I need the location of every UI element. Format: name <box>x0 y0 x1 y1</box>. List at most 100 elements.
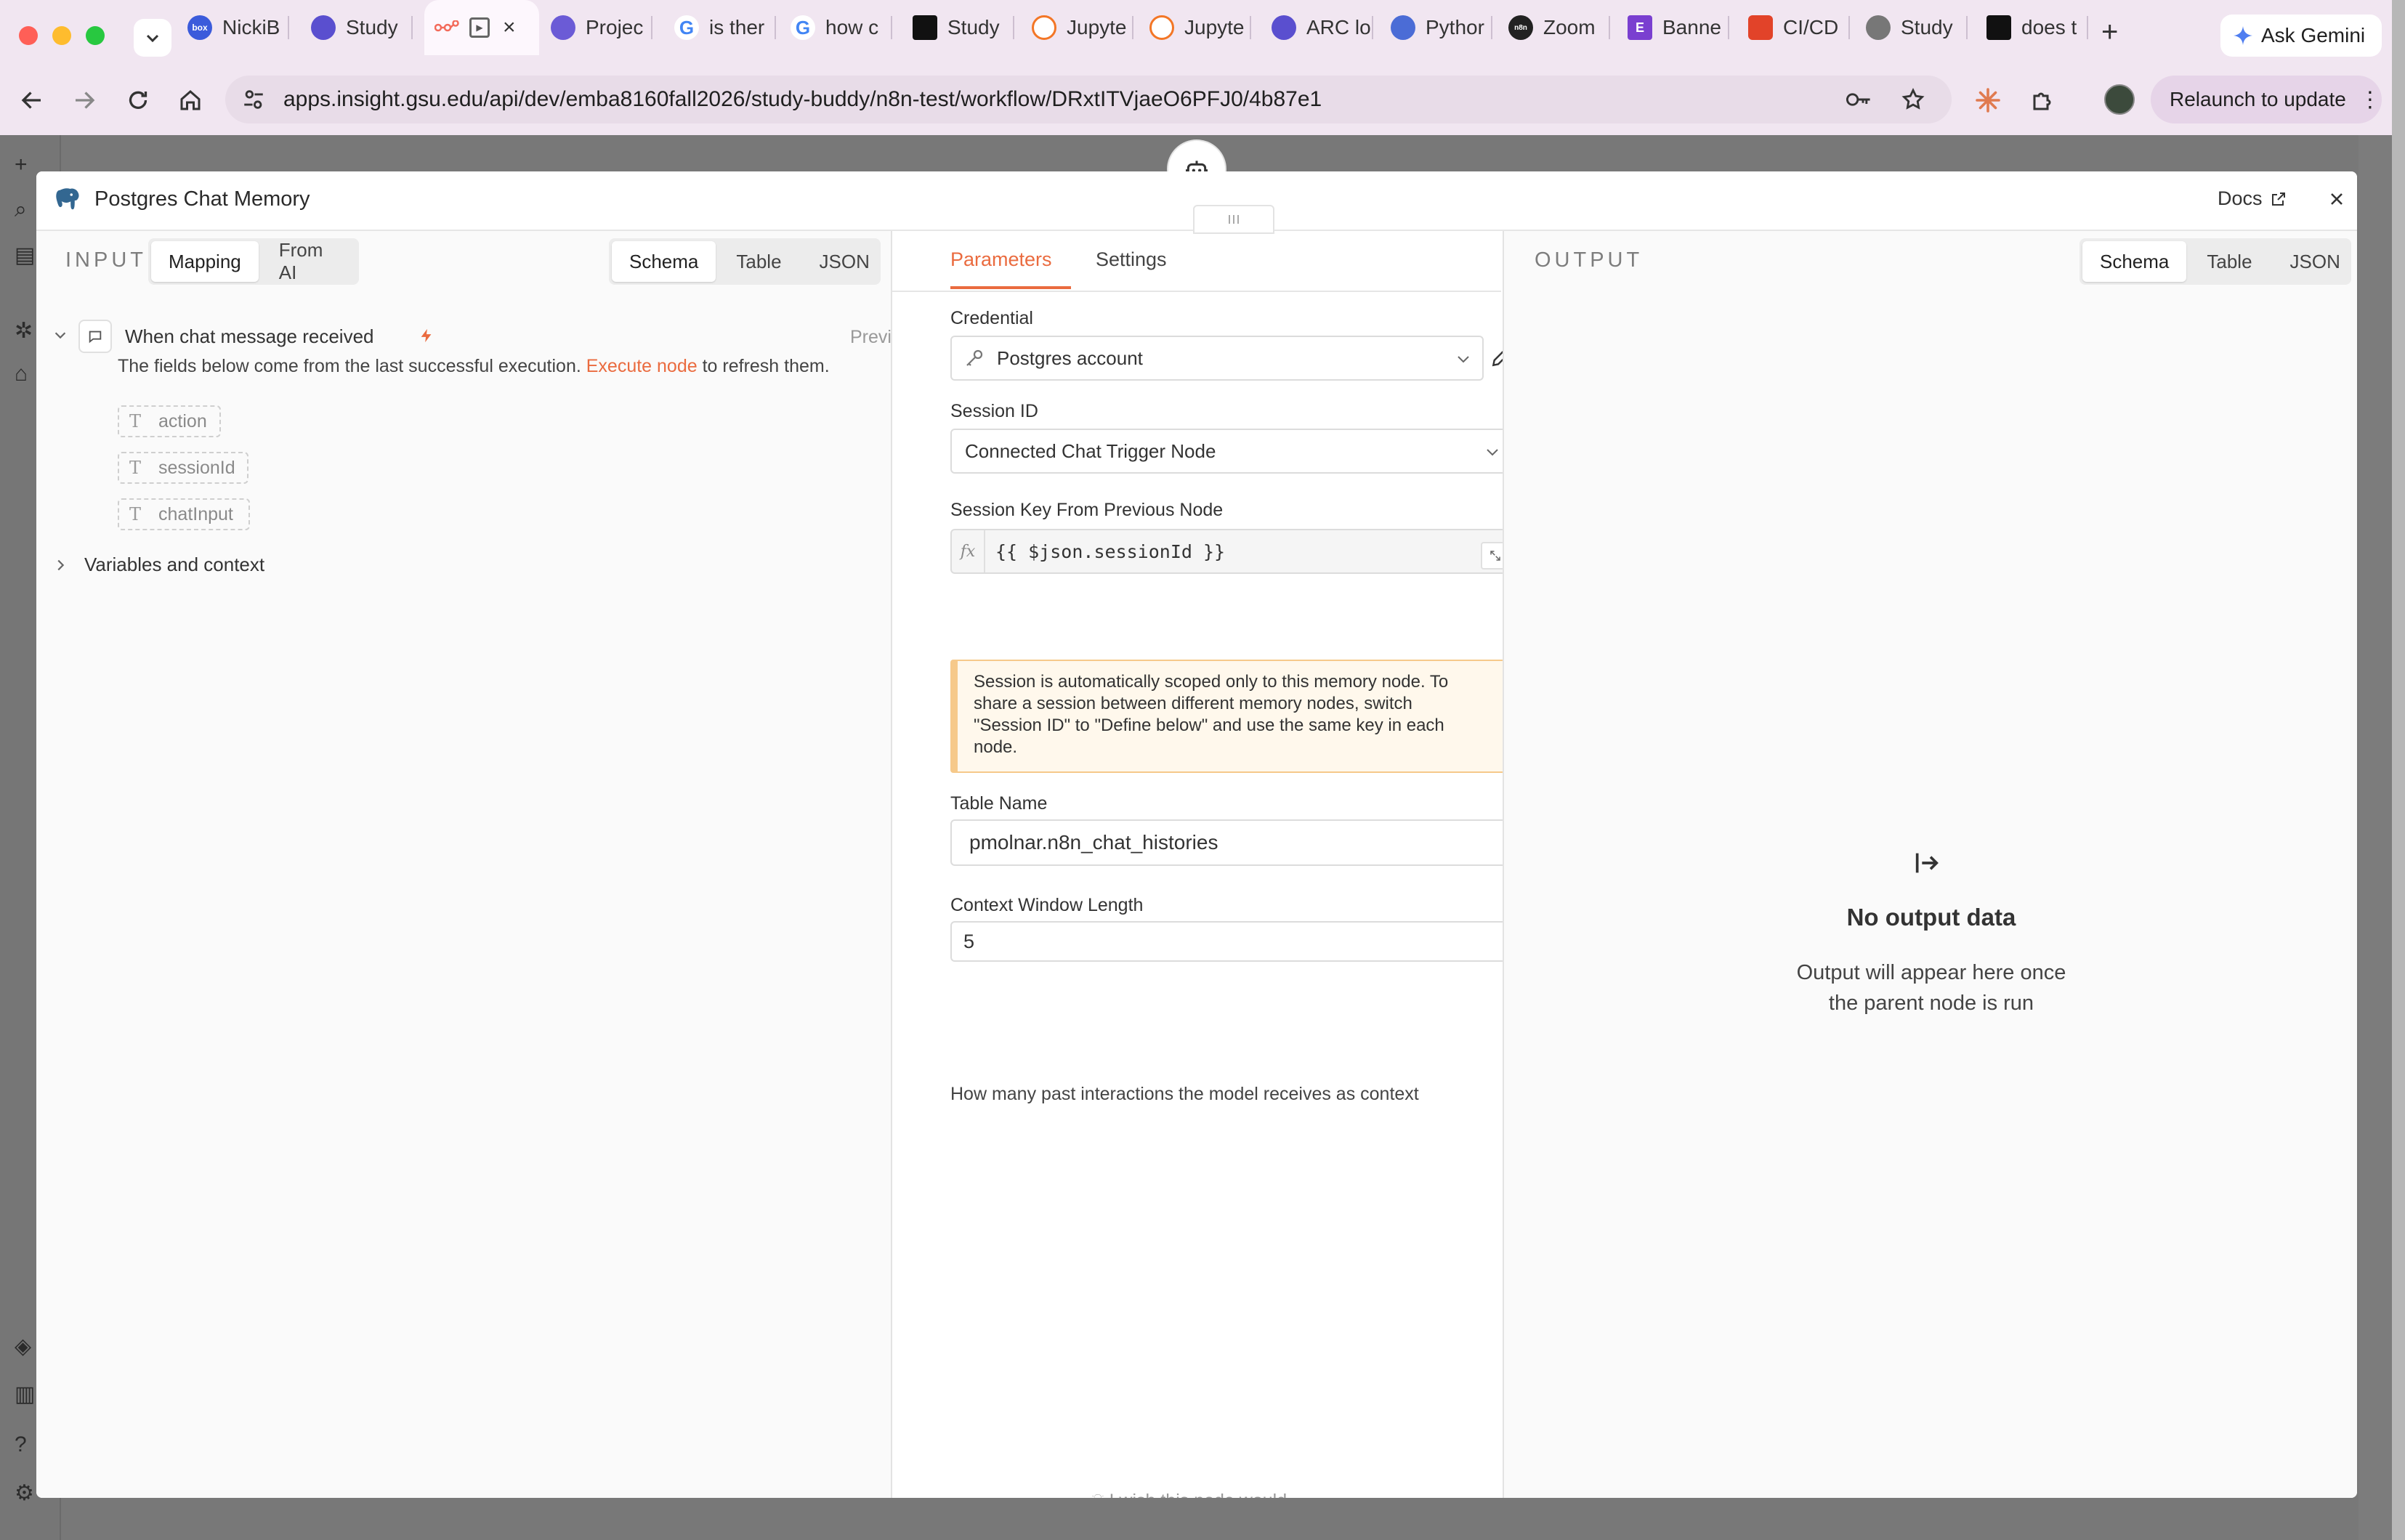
jupyter-icon <box>1032 15 1056 40</box>
tab-settings[interactable]: Settings <box>1096 248 1167 271</box>
tab-title: Jupyte <box>1067 16 1127 38</box>
back-arrow-icon[interactable] <box>19 87 45 113</box>
home-icon[interactable] <box>177 87 203 113</box>
panel-drag-handle[interactable] <box>1193 205 1274 234</box>
from-ai-tab[interactable]: From AI <box>262 239 356 283</box>
tab-title: Study <box>1901 16 1953 38</box>
tab-favicon-icon: box <box>187 15 212 40</box>
schema-tab[interactable]: Schema <box>612 241 716 282</box>
tab[interactable]: Projec <box>551 7 652 48</box>
tab-favicon-icon: E <box>1628 15 1652 40</box>
parameters-tabs: Parameters Settings <box>892 231 1501 292</box>
close-window-button[interactable] <box>19 26 38 45</box>
tab-search-button[interactable] <box>134 19 171 57</box>
no-output-description: Output will appear here once the parent … <box>1796 961 2066 1015</box>
credential-select[interactable]: Postgres account <box>950 336 1484 381</box>
extensions-puzzle-icon[interactable] <box>2030 87 2056 113</box>
tab[interactable]: Study <box>1866 7 1968 48</box>
mapping-tab[interactable]: Mapping <box>151 241 259 282</box>
chevron-down-icon <box>1458 356 1469 363</box>
docs-link[interactable]: Docs <box>2218 187 2287 210</box>
tab[interactable]: box NickiB <box>187 7 289 48</box>
forward-arrow-icon[interactable] <box>71 87 97 113</box>
table-tab[interactable]: Table <box>2189 241 2269 282</box>
feedback-link[interactable]: 💡︎ I wish this node would... <box>892 1491 1501 1498</box>
schema-field-action[interactable]: T action <box>118 405 221 437</box>
json-tab[interactable]: JSON <box>2273 241 2357 282</box>
tab[interactable]: E Banne <box>1628 7 1729 48</box>
table-name-input[interactable]: pmolnar.n8n_chat_histories <box>950 819 1513 866</box>
claude-extension-icon[interactable] <box>1975 87 2001 113</box>
address-bar[interactable]: apps.insight.gsu.edu/api/dev/emba8160fal… <box>225 76 1952 123</box>
session-id-select[interactable]: Connected Chat Trigger Node <box>950 429 1513 474</box>
tab[interactable]: Gis ther <box>674 7 776 48</box>
screen-edge <box>2392 0 2405 1540</box>
execute-node-link[interactable]: Execute node <box>586 356 698 376</box>
site-settings-icon[interactable] <box>241 87 266 112</box>
reload-icon[interactable] <box>125 87 151 113</box>
source-node-row[interactable]: When chat message received Preview <box>52 320 915 354</box>
credential-label: Credential <box>950 308 1033 328</box>
tab[interactable]: Study <box>913 7 1014 48</box>
tab-underline <box>950 286 1071 289</box>
tab-title: Study <box>346 16 398 38</box>
key-icon[interactable] <box>1846 89 1872 110</box>
session-key-label: Session Key From Previous Node <box>950 500 1224 520</box>
notice-line: "Session ID" to "Define below" and use t… <box>974 716 1444 735</box>
chevron-down-icon[interactable] <box>52 327 68 343</box>
schema-field-chatinput[interactable]: T chatInput <box>118 498 250 530</box>
tab-active[interactable]: ▶ × <box>424 0 539 55</box>
new-tab-button[interactable]: + <box>2101 16 2118 49</box>
session-scope-notice: Session is automatically scoped only to … <box>950 660 1513 773</box>
google-icon: G <box>791 15 815 40</box>
tab-favicon-icon <box>1986 15 2011 40</box>
field-name: sessionId <box>158 457 235 478</box>
tab-title: CI/CD <box>1783 16 1839 38</box>
lightbulb-icon: 💡︎ <box>1091 1491 1109 1498</box>
tab[interactable]: does t <box>1986 7 2088 48</box>
tab[interactable]: ARC lo <box>1272 7 1373 48</box>
tab[interactable]: Jupyte <box>1032 7 1133 48</box>
tab-favicon-icon <box>311 15 336 40</box>
feedback-label: I wish this node would... <box>1109 1491 1302 1498</box>
tab[interactable]: n8n Zoom <box>1508 7 1610 48</box>
field-name: chatInput <box>158 503 233 524</box>
maximize-window-button[interactable] <box>86 26 105 45</box>
string-type-icon: T <box>129 411 142 431</box>
tab-title: Banne <box>1662 16 1721 38</box>
expand-icon <box>1490 551 1500 561</box>
credential-value: Postgres account <box>997 346 1143 369</box>
relaunch-to-update-button[interactable]: Relaunch to update ⋮ <box>2151 76 2382 123</box>
variables-context-row[interactable]: Variables and context <box>52 554 264 576</box>
session-key-expression[interactable]: fx {{ $json.sessionId }} <box>950 529 1513 574</box>
tab[interactable]: Study <box>311 7 413 48</box>
grip-lines-icon <box>1229 215 1239 224</box>
source-node-name: When chat message received <box>125 325 374 347</box>
tab-favicon-icon <box>1866 15 1891 40</box>
tab[interactable]: Ghow c <box>791 7 892 48</box>
notice-line: Session is automatically scoped only to … <box>974 672 1449 692</box>
google-icon: G <box>674 15 699 40</box>
tab-parameters[interactable]: Parameters <box>950 248 1052 271</box>
tab[interactable]: Jupyte <box>1149 7 1251 48</box>
ask-gemini-label: Ask Gemini <box>2261 24 2366 46</box>
ask-gemini-button[interactable]: Ask Gemini <box>2220 15 2382 57</box>
lightning-bolt-icon <box>421 328 432 343</box>
info-suffix: to refresh them. <box>702 356 830 376</box>
json-tab[interactable]: JSON <box>802 241 887 282</box>
profile-avatar[interactable] <box>2104 84 2135 115</box>
schema-tab[interactable]: Schema <box>2082 241 2187 282</box>
bookmark-star-icon[interactable] <box>1901 87 1925 112</box>
tab-title: ARC lo <box>1306 16 1371 38</box>
variables-label: Variables and context <box>84 554 265 575</box>
minimize-window-button[interactable] <box>52 26 71 45</box>
close-modal-button[interactable] <box>2321 183 2353 215</box>
close-tab-icon[interactable]: × <box>503 15 516 40</box>
tab[interactable]: Pythor <box>1391 7 1492 48</box>
schema-field-sessionid[interactable]: T sessionId <box>118 452 248 484</box>
table-tab[interactable]: Table <box>719 241 799 282</box>
docs-label: Docs <box>2218 187 2263 209</box>
context-window-input[interactable]: 5 <box>950 921 1513 962</box>
tab-title: Projec <box>586 16 644 38</box>
tab[interactable]: CI/CD <box>1748 7 1850 48</box>
